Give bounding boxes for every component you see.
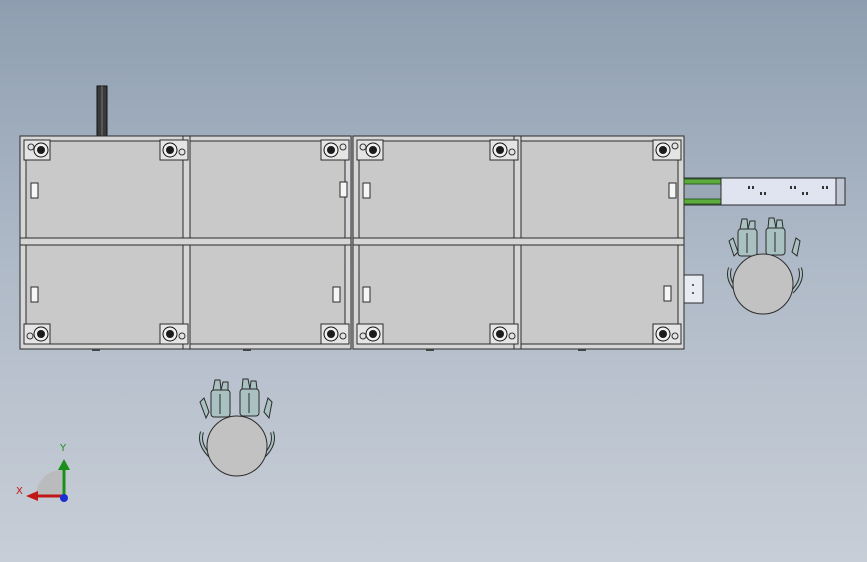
operator-bottom-hands [210, 378, 260, 418]
conveyor-bracket [683, 274, 704, 304]
assembly-top-view [19, 85, 846, 502]
cad-viewport[interactable]: Y X [0, 0, 867, 562]
operator-right-hands [737, 217, 786, 257]
workbench-module-1 [19, 135, 352, 350]
x-axis-label: X [16, 486, 23, 497]
coordinate-triad [26, 459, 70, 502]
vertical-post [96, 85, 108, 138]
operator-right [727, 217, 803, 315]
z-axis-dot [60, 494, 68, 502]
workbench-module-2 [352, 135, 685, 350]
y-axis-label: Y [60, 443, 67, 454]
operator-bottom [199, 378, 275, 477]
